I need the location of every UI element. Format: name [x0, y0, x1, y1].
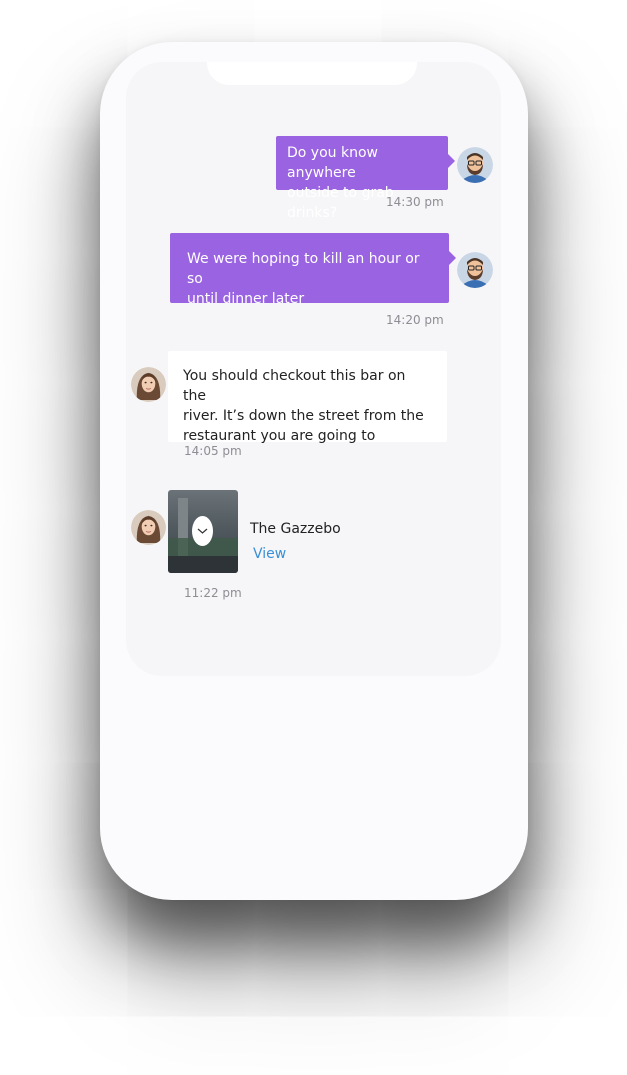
location-thumbnail[interactable]: [168, 490, 238, 573]
message-bubble-outgoing[interactable]: We were hoping to kill an hour or so unt…: [170, 233, 456, 307]
message-timestamp: 14:20 pm: [386, 313, 444, 327]
message-timestamp: 14:05 pm: [184, 444, 242, 458]
contact-avatar[interactable]: [131, 510, 166, 545]
message-line: You should checkout this bar on the: [183, 368, 406, 404]
message-timestamp: 11:22 pm: [184, 586, 242, 600]
message-bubble-outgoing[interactable]: Do you know anywhere outside to grab dri…: [276, 136, 455, 221]
message-line: until dinner later: [187, 291, 305, 307]
location-name: The Gazzebo: [250, 521, 341, 537]
phone-notch: [207, 62, 417, 85]
message-line: river. It’s down the street from the: [183, 408, 424, 424]
thumbnail-floor: [168, 556, 238, 573]
user-avatar[interactable]: [457, 252, 493, 288]
message-timestamp: 14:30 pm: [386, 195, 444, 209]
contact-avatar[interactable]: [131, 367, 166, 402]
chevron-down-icon[interactable]: [192, 516, 213, 546]
message-line: restaurant you are going to: [183, 428, 376, 444]
message-line: Do you know anywhere: [287, 145, 378, 181]
user-avatar[interactable]: [457, 147, 493, 183]
view-location-link[interactable]: View: [253, 546, 286, 562]
message-line: We were hoping to kill an hour or so: [187, 251, 420, 287]
message-bubble-incoming[interactable]: You should checkout this bar on the rive…: [168, 351, 447, 444]
